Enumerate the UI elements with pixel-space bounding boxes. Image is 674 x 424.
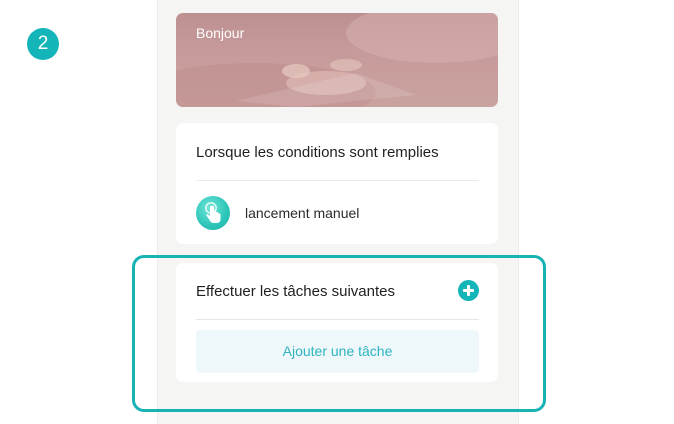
step-number-badge: 2 [27, 28, 59, 60]
scene-name: Bonjour [196, 25, 245, 41]
divider [196, 180, 479, 181]
hand-tap-icon [196, 196, 230, 230]
conditions-card: Lorsque les conditions sont remplies lan… [176, 123, 498, 244]
highlight-frame [132, 255, 546, 412]
conditions-title: Lorsque les conditions sont remplies [196, 144, 439, 161]
scene-banner[interactable]: Bonjour [176, 13, 498, 107]
trigger-label[interactable]: lancement manuel [245, 205, 359, 221]
